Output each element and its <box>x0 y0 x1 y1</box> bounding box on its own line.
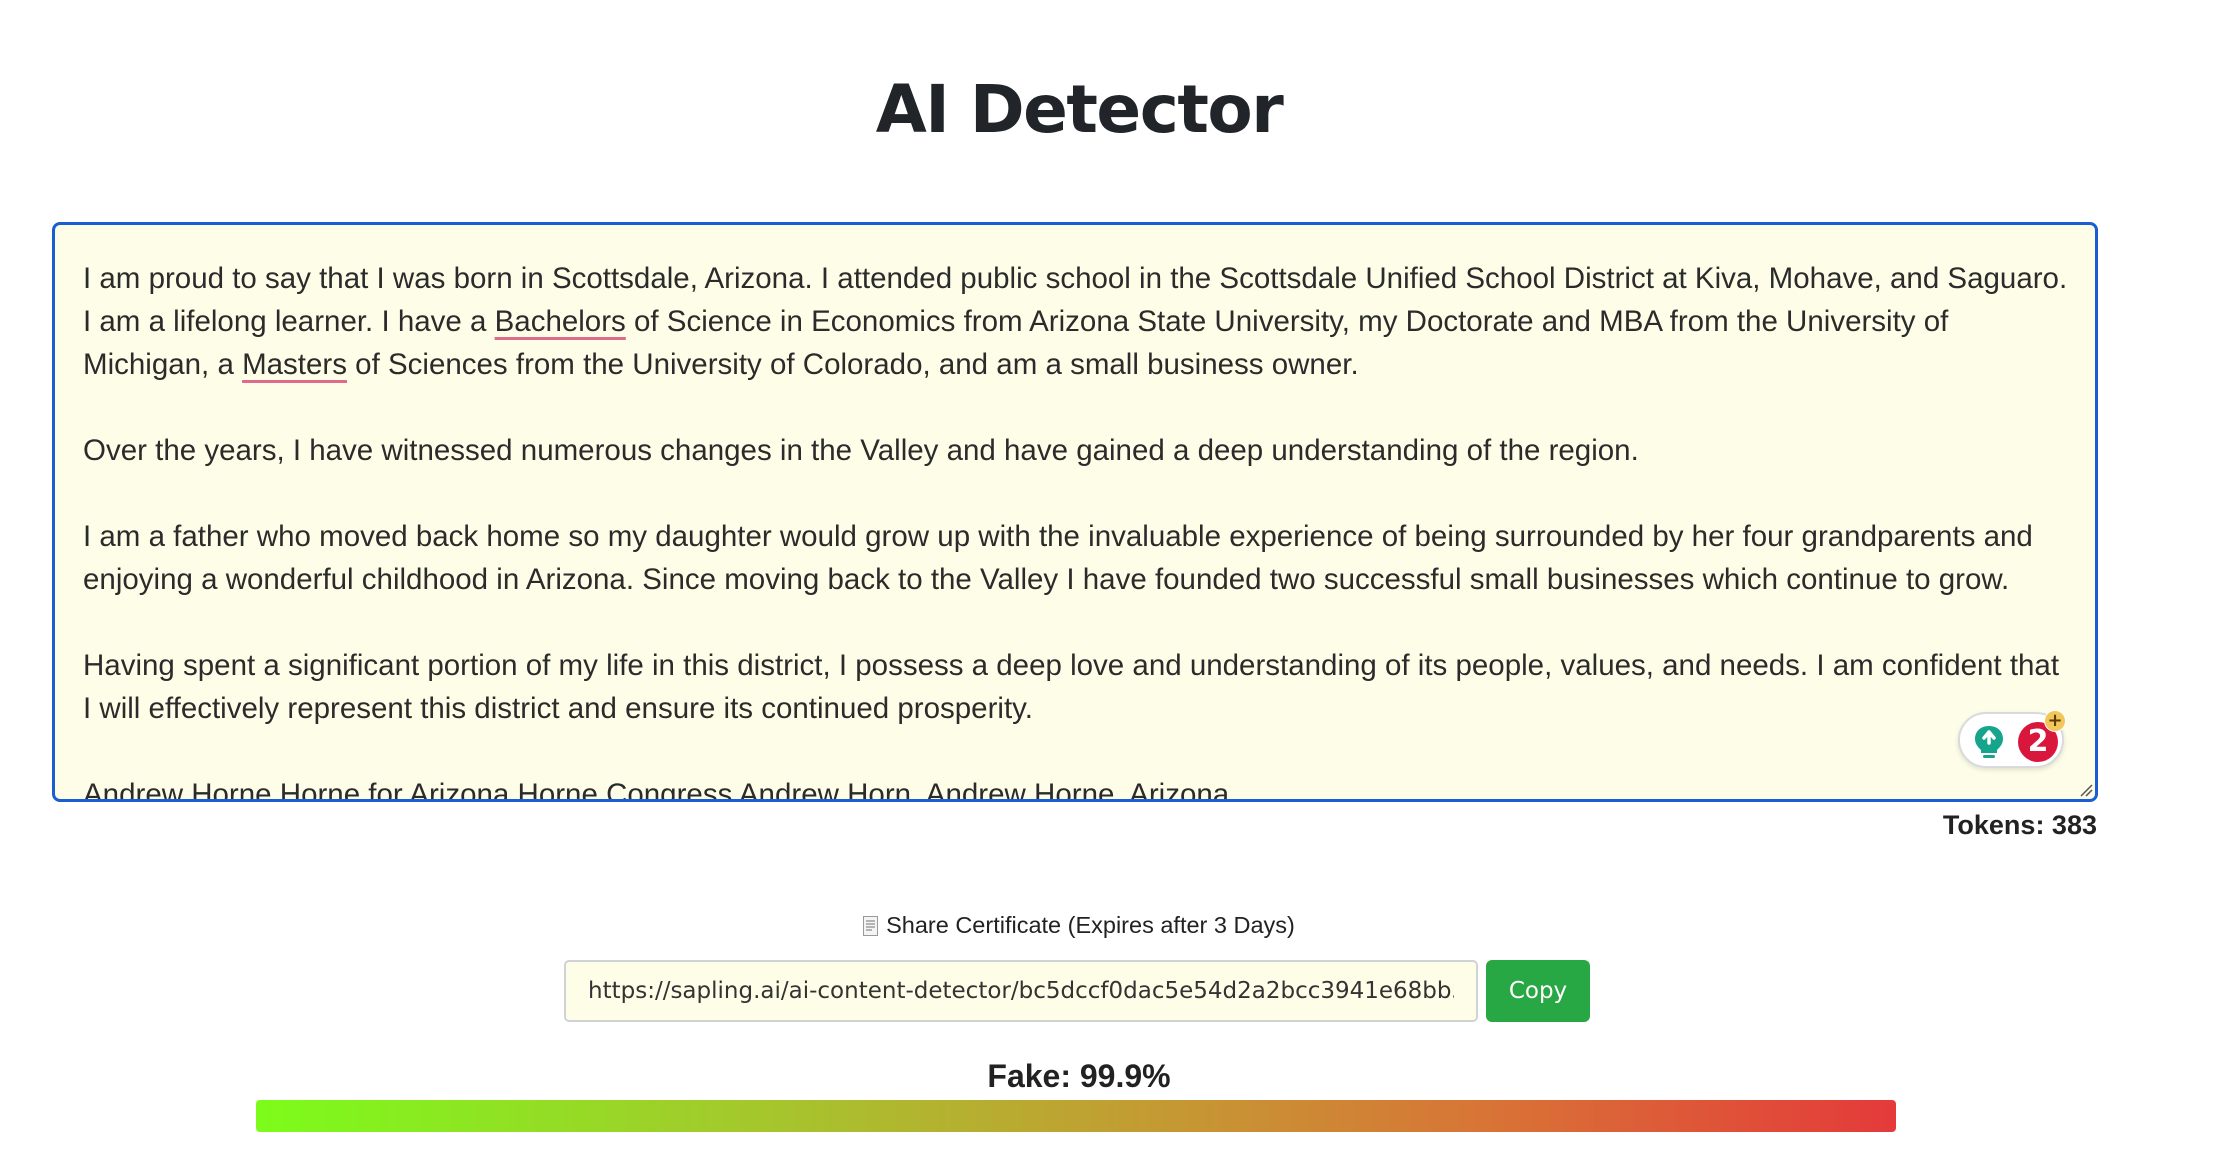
document-icon <box>863 916 879 936</box>
copy-button[interactable]: Copy <box>1486 960 1590 1022</box>
token-count: Tokens: 383 <box>1942 810 2097 840</box>
editor-paragraph-1: I am proud to say that I was born in Sco… <box>83 257 2073 386</box>
grammar-assistant-widget[interactable]: 2 + <box>1958 710 2066 768</box>
share-certificate-text: Share Certificate (Expires after 3 Days) <box>886 912 1295 938</box>
fake-score-bar <box>256 1100 1896 1132</box>
paragraph-1-text-c: of Sciences from the University of Color… <box>346 348 1359 381</box>
spelling-flag-bachelors[interactable]: Bachelors <box>495 305 626 338</box>
lightbulb-icon <box>1975 726 2003 758</box>
share-certificate-label: Share Certificate (Expires after 3 Days) <box>0 912 2158 939</box>
editor-content[interactable]: I am proud to say that I was born in Sco… <box>83 257 2073 802</box>
editor-paragraph-2: Over the years, I have witnessed numerou… <box>83 434 1639 467</box>
fake-score-label: Fake: 99.9% <box>987 1058 1171 1094</box>
certificate-url-input[interactable] <box>564 960 1478 1022</box>
plus-badge-icon: + <box>2044 710 2066 732</box>
page-title: AI Detector <box>875 71 1284 148</box>
text-editor[interactable]: I am proud to say that I was born in Sco… <box>52 222 2098 802</box>
editor-paragraph-3: I am a father who moved back home so my … <box>83 520 2033 596</box>
spelling-flag-masters[interactable]: Masters <box>242 348 347 381</box>
editor-paragraph-4: Having spent a significant portion of my… <box>83 649 2060 725</box>
editor-paragraph-5: Andrew Horne Horne for Arizona Horne Con… <box>83 778 1230 802</box>
resize-handle-icon[interactable] <box>2077 781 2093 797</box>
